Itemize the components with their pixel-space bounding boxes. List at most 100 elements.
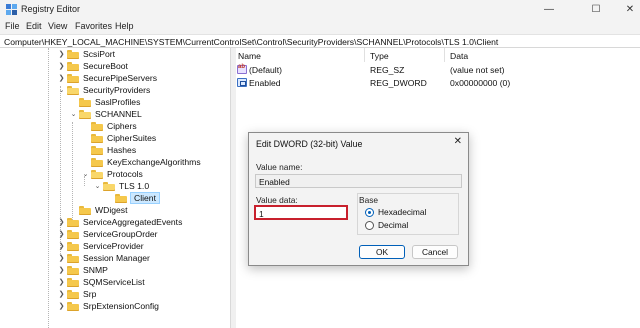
tree-item-wdigest[interactable]: WDigest	[69, 204, 127, 216]
folder-open-icon	[103, 181, 115, 191]
chevron-down-icon[interactable]: ⌄	[69, 110, 78, 118]
tree-item-snmp[interactable]: ❯ SNMP	[57, 264, 108, 276]
tree-item-label: Hashes	[107, 145, 137, 155]
tree-item-servicegrouporder[interactable]: ❯ ServiceGroupOrder	[57, 228, 158, 240]
tree-item-protocols[interactable]: ⌄ Protocols	[81, 168, 143, 180]
menu-file[interactable]: File	[5, 21, 20, 31]
tree-item-schannel[interactable]: ⌄ SCHANNEL	[69, 108, 142, 120]
folder-icon	[91, 121, 103, 131]
chevron-right-icon[interactable]: ❯	[57, 302, 66, 310]
column-divider[interactable]	[444, 48, 445, 62]
dialog-close-button[interactable]: ✕	[454, 136, 462, 147]
radio-label: Decimal	[378, 220, 409, 230]
cancel-button[interactable]: Cancel	[412, 245, 458, 259]
value-name: Enabled	[249, 78, 281, 88]
tree-item-serviceprovider[interactable]: ❯ ServiceProvider	[57, 240, 144, 252]
column-header-type[interactable]: Type	[370, 51, 389, 61]
tree-item-sqmservicelist[interactable]: ❯ SQMServiceList	[57, 276, 145, 288]
tree-item-scsiport[interactable]: ❯ ScsiPort	[57, 48, 115, 60]
tree-item-ciphers[interactable]: Ciphers	[81, 120, 137, 132]
tree-item-label: KeyExchangeAlgorithms	[107, 157, 201, 167]
tree-item-label: CipherSuites	[107, 133, 157, 143]
folder-icon	[67, 61, 79, 71]
tree-item-keyexchangealgorithms[interactable]: KeyExchangeAlgorithms	[81, 156, 201, 168]
folder-open-icon	[91, 169, 103, 179]
address-path[interactable]: Computer\HKEY_LOCAL_MACHINE\SYSTEM\Curre…	[4, 37, 498, 47]
tree-item-securityproviders[interactable]: ⌄ SecurityProviders	[57, 84, 151, 96]
folder-icon	[91, 157, 103, 167]
value-type-cell: REG_DWORD	[370, 78, 427, 88]
dialog-title: Edit DWORD (32-bit) Value	[256, 139, 363, 149]
chevron-right-icon[interactable]: ❯	[57, 254, 66, 262]
chevron-right-icon[interactable]: ❯	[57, 278, 66, 286]
value-data-cell: 0x00000000 (0)	[450, 78, 511, 88]
tree-item-label: SaslProfiles	[95, 97, 141, 107]
value-row-default[interactable]: (Default) REG_SZ (value not set)	[236, 64, 636, 77]
tree-item-securepipeservers[interactable]: ❯ SecurePipeServers	[57, 72, 157, 84]
ok-button[interactable]: OK	[359, 245, 405, 259]
tree-item-tls10[interactable]: ⌄ TLS 1.0	[93, 180, 150, 192]
folder-icon	[67, 49, 79, 59]
radio-decimal[interactable]: Decimal	[365, 220, 408, 230]
tree-item-srp[interactable]: ❯ Srp	[57, 288, 97, 300]
chevron-right-icon[interactable]: ❯	[57, 74, 66, 82]
folder-icon	[67, 277, 79, 287]
title-bar: Registry Editor — ☐ ✕	[0, 0, 640, 19]
tree-item-client[interactable]: Client	[105, 192, 160, 204]
tree-item-secureboot[interactable]: ❯ SecureBoot	[57, 60, 128, 72]
column-divider[interactable]	[364, 48, 365, 62]
tree-item-label: SNMP	[83, 265, 108, 275]
column-header-name[interactable]: Name	[238, 51, 261, 61]
value-name-label: Value name:	[256, 162, 303, 172]
chevron-right-icon[interactable]: ❯	[57, 50, 66, 58]
value-name-cell: Enabled	[237, 78, 281, 88]
tree-item-ciphersuites[interactable]: CipherSuites	[81, 132, 156, 144]
chevron-right-icon[interactable]: ❯	[57, 290, 66, 298]
chevron-right-icon[interactable]: ❯	[57, 62, 66, 70]
tree-item-label: Srp	[83, 289, 97, 299]
menu-edit[interactable]: Edit	[26, 21, 42, 31]
address-bar[interactable]: Computer\HKEY_LOCAL_MACHINE\SYSTEM\Curre…	[0, 34, 640, 48]
folder-icon	[67, 217, 79, 227]
radio-unchecked-icon[interactable]	[365, 220, 374, 230]
tree-item-label: Client	[130, 192, 160, 204]
folder-icon	[67, 229, 79, 239]
close-button[interactable]: ✕	[610, 0, 640, 19]
minimize-button[interactable]: —	[529, 0, 569, 19]
column-header-data[interactable]: Data	[450, 51, 468, 61]
menu-favorites[interactable]: Favorites	[75, 21, 112, 31]
chevron-right-icon[interactable]: ❯	[57, 218, 66, 226]
string-value-icon	[237, 64, 247, 74]
menu-bar: File Edit View Favorites Help	[0, 19, 640, 34]
radio-checked-icon[interactable]	[365, 207, 374, 217]
tree-item-label: SQMServiceList	[83, 277, 145, 287]
key-tree[interactable]: ❯ ScsiPort ❯ SecureBoot ❯ SecurePipeServ…	[0, 48, 231, 328]
tree-item-saslprofiles[interactable]: SaslProfiles	[69, 96, 140, 108]
tree-item-label: ServiceProvider	[83, 241, 144, 251]
tree-item-label: TLS 1.0	[119, 181, 150, 191]
value-type-cell: REG_SZ	[370, 65, 405, 75]
menu-view[interactable]: View	[48, 21, 67, 31]
chevron-down-icon[interactable]: ⌄	[93, 182, 102, 190]
folder-icon	[67, 73, 79, 83]
chevron-down-icon[interactable]: ⌄	[81, 170, 90, 178]
chevron-right-icon[interactable]: ❯	[57, 242, 66, 250]
chevron-right-icon[interactable]: ❯	[57, 266, 66, 274]
tree-item-serviceaggregatedevents[interactable]: ❯ ServiceAggregatedEvents	[57, 216, 183, 228]
tree-item-hashes[interactable]: Hashes	[81, 144, 136, 156]
tree-item-srpextensionconfig[interactable]: ❯ SrpExtensionConfig	[57, 300, 159, 312]
menu-help[interactable]: Help	[115, 21, 134, 31]
chevron-down-icon[interactable]: ⌄	[57, 86, 66, 94]
tree-item-label: ServiceAggregatedEvents	[83, 217, 183, 227]
radio-hexadecimal[interactable]: Hexadecimal	[365, 207, 426, 217]
value-data-input[interactable]: 1	[254, 205, 348, 220]
chevron-right-icon[interactable]: ❯	[57, 230, 66, 238]
tree-item-session-manager[interactable]: ❯ Session Manager	[57, 252, 150, 264]
value-name-field: Enabled	[255, 174, 462, 188]
edit-dword-dialog: Edit DWORD (32-bit) Value ✕ Value name: …	[248, 132, 469, 266]
tree-item-label: Protocols	[107, 169, 143, 179]
value-row-enabled[interactable]: Enabled REG_DWORD 0x00000000 (0)	[236, 78, 636, 90]
folder-open-icon	[67, 85, 79, 95]
dword-value-icon	[237, 78, 247, 87]
value-name-cell: (Default)	[237, 64, 282, 75]
